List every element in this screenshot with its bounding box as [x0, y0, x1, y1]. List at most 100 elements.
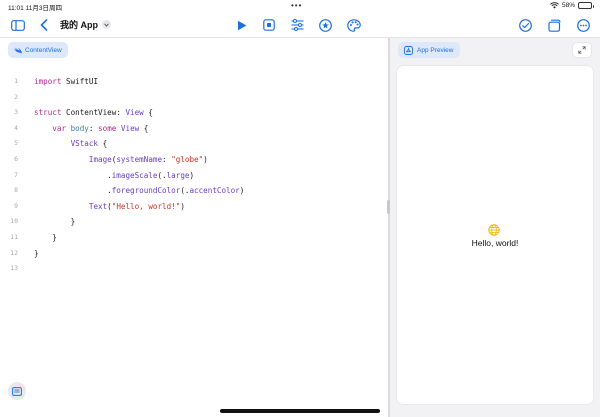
code-token: ) — [203, 154, 208, 164]
code-line[interactable]: 7 .imageScale(.large) — [0, 168, 388, 184]
code-token: { — [139, 123, 149, 133]
code-text: import SwiftUI — [18, 74, 98, 90]
stop-icon[interactable] — [261, 17, 277, 33]
code-line[interactable]: 1 import SwiftUI — [0, 74, 388, 90]
code-token: : — [162, 154, 172, 164]
code-token: Text — [88, 201, 108, 211]
code-token: View — [120, 123, 140, 133]
palette-icon[interactable] — [346, 17, 362, 33]
project-title-menu[interactable]: 我的 App — [60, 18, 111, 31]
code-text: Text("Hello, world!") — [18, 199, 185, 215]
code-text: } — [18, 246, 39, 262]
code-token: struct — [34, 108, 62, 118]
code-token: View — [125, 108, 144, 118]
code-token: some — [98, 123, 117, 133]
battery-icon — [578, 2, 594, 9]
code-line[interactable]: 5 VStack { — [0, 136, 388, 152]
code-token: systemName — [116, 154, 163, 164]
code-line[interactable]: 12} — [0, 246, 388, 262]
code-token: { — [143, 108, 153, 118]
code-editor[interactable]: ContentView 1 import SwiftUI 2 3 struct Cont… — [0, 38, 388, 417]
project-title: 我的 App — [60, 20, 98, 30]
line-number: 7 — [14, 170, 18, 179]
code-token: . — [34, 170, 112, 180]
code-token: "globe" — [171, 154, 204, 164]
code-token: } — [34, 248, 39, 258]
file-tab-label: ContentView — [25, 46, 62, 54]
expand-arrows-icon — [578, 46, 586, 54]
code-text: .imageScale(.large) — [18, 168, 194, 184]
toolbar: 我的 App — [0, 12, 600, 38]
file-tab-contentview[interactable]: ContentView — [8, 42, 68, 58]
code-text: var body: some View { — [18, 121, 148, 137]
code-token: foregroundColor — [111, 186, 181, 196]
star-icon[interactable] — [317, 17, 333, 33]
code-text: VStack { — [18, 136, 108, 152]
code-text: struct ContentView: View { — [18, 105, 153, 121]
multitasking-dots[interactable]: ••• — [291, 1, 302, 10]
code-token: accentColor — [189, 186, 240, 196]
sidebar-toggle-icon[interactable] — [10, 17, 26, 33]
code-line[interactable]: 10 } — [0, 214, 388, 230]
line-number: 3 — [14, 108, 18, 117]
checkmark-circle-icon[interactable] — [517, 17, 533, 33]
code-token: : — [88, 123, 99, 133]
code-token: imageScale — [111, 170, 158, 180]
run-icon[interactable] — [234, 17, 250, 33]
line-number: 13 — [10, 264, 18, 273]
home-indicator[interactable] — [220, 409, 380, 413]
more-icon[interactable] — [575, 17, 591, 33]
console-button[interactable] — [8, 382, 26, 400]
code-token: large — [166, 170, 190, 180]
status-right: 58% — [550, 2, 594, 9]
code-line[interactable]: 6 Image(systemName: "globe") — [0, 152, 388, 168]
line-number: 11 — [10, 232, 18, 241]
code-token: } — [34, 217, 76, 227]
code-line[interactable]: 11 } — [0, 230, 388, 246]
preview-device-screen: Hello, world! — [397, 66, 593, 404]
back-chevron-icon[interactable] — [36, 17, 52, 33]
code-text: } — [18, 230, 57, 246]
line-number: 4 — [14, 123, 18, 132]
code-line[interactable]: 4 var body: some View { — [0, 121, 388, 137]
code-token: import — [34, 77, 62, 86]
code-line[interactable]: 2 — [0, 90, 388, 106]
copy-icon[interactable] — [546, 17, 562, 33]
app-preview-tab[interactable]: App Preview — [398, 42, 460, 58]
code-token: var — [52, 123, 67, 133]
code-line[interactable]: 8 .foregroundColor(.accentColor) — [0, 183, 388, 199]
code-token: Image — [88, 154, 112, 164]
wifi-icon — [550, 2, 559, 9]
line-number: 2 — [14, 92, 18, 101]
swift-icon — [14, 46, 22, 54]
line-number: 5 — [14, 139, 18, 148]
code-line[interactable]: 3 struct ContentView: View { — [0, 105, 388, 121]
globe-icon — [488, 224, 500, 236]
line-number: 10 — [10, 217, 18, 226]
code-token: } — [34, 232, 57, 242]
code-token: VStack — [70, 139, 99, 149]
code-token: ) — [180, 201, 185, 211]
preview-pane: App Preview Hello, world! — [390, 38, 600, 417]
code-text: Image(systemName: "globe") — [18, 152, 208, 168]
hello-world-text: Hello, world! — [471, 238, 519, 248]
code-token: ContentView — [61, 108, 117, 118]
battery-percent: 58% — [561, 2, 575, 9]
status-bar: 11:01 11月3日周四 ••• 58% — [0, 0, 600, 12]
code-line[interactable]: 13 — [0, 261, 388, 277]
line-number: 6 — [14, 154, 18, 163]
code-token: { — [98, 139, 108, 149]
expand-preview-button[interactable] — [572, 42, 592, 58]
code-line[interactable]: 9 Text("Hello, world!") — [0, 199, 388, 215]
sliders-icon[interactable] — [289, 17, 305, 33]
console-icon — [12, 386, 22, 396]
code-lines[interactable]: 1 import SwiftUI 2 3 struct ContentView: Vie… — [0, 74, 388, 277]
line-number: 1 — [14, 77, 18, 85]
line-number: 8 — [14, 186, 18, 195]
code-token: "Hello, world!" — [111, 201, 181, 211]
